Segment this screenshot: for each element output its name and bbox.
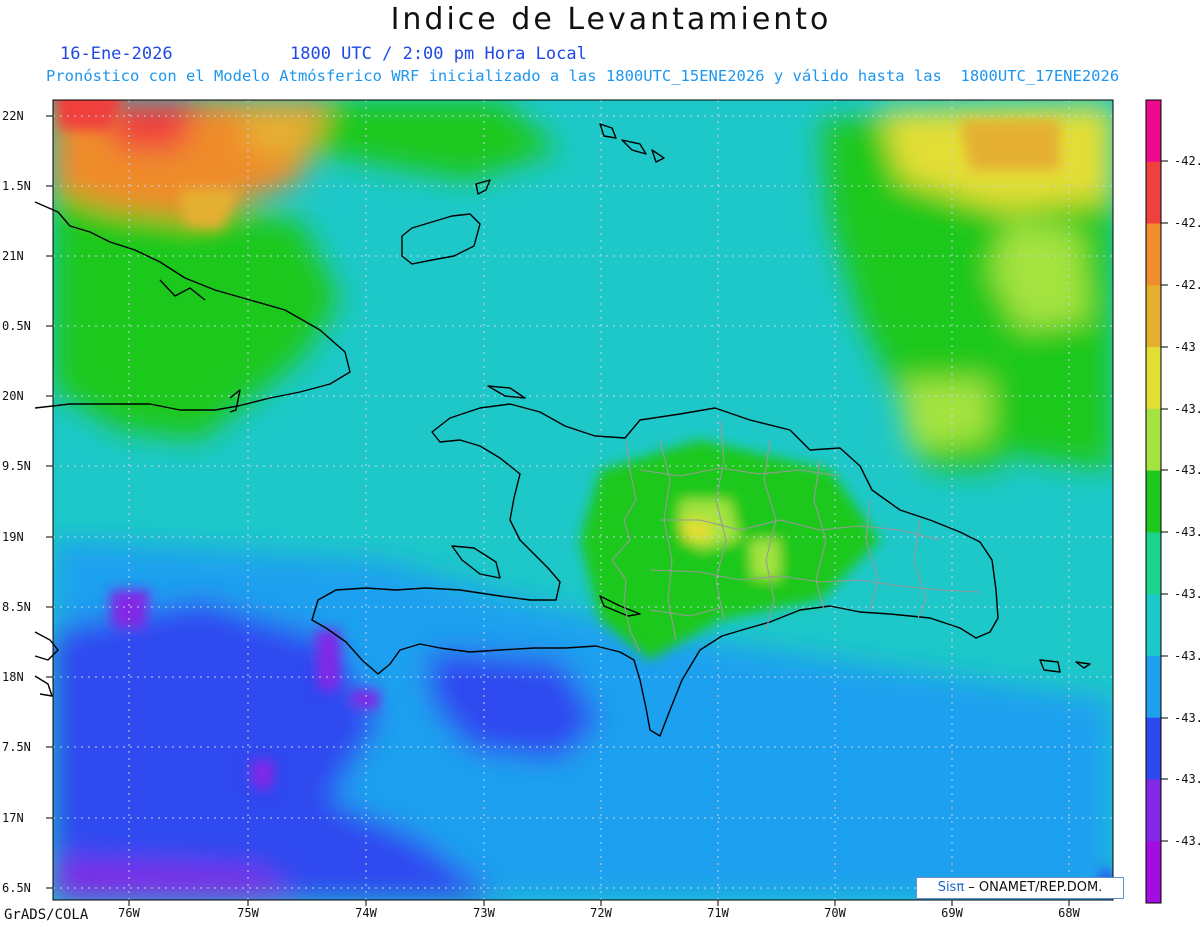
lat-tick-label: 22N xyxy=(2,109,24,123)
lon-tick-label: 72W xyxy=(590,906,612,920)
colorbar: -42.8 -42.9 -42.9 -43 -43.0 -43.1 -43.1 … xyxy=(1145,99,1200,904)
lon-tick-label: 75W xyxy=(237,906,259,920)
colorbar-segment xyxy=(1146,285,1161,348)
colorbar-segment xyxy=(1146,717,1161,780)
colorbar-segment xyxy=(1146,408,1161,472)
colorbar-label: -43 xyxy=(1174,340,1196,354)
colorbar-segment xyxy=(1146,223,1161,286)
colorbar-segment xyxy=(1146,655,1161,719)
lon-tick-label: 74W xyxy=(355,906,377,920)
onamet-brand-box: Sisπ – ONAMET/REP.DOM. xyxy=(916,877,1124,899)
colorbar-segment xyxy=(1146,841,1161,904)
lat-tick-label: 21N xyxy=(2,249,24,263)
colorbar-segment xyxy=(1146,161,1161,225)
colorbar-segment xyxy=(1146,470,1161,533)
colorbar-label: -42.8 xyxy=(1174,154,1200,168)
colorbar-label: -43.3 xyxy=(1174,711,1200,725)
lat-tick-label: 8.5N xyxy=(2,600,31,614)
colorbar-segment xyxy=(1146,779,1161,842)
lon-tick-label: 76W xyxy=(118,906,140,920)
lat-tick-label: 19N xyxy=(2,530,24,544)
weather-map: 22N 1.5N 21N 0.5N 20N 9.5N 19N 8.5N 18N … xyxy=(2,99,1200,920)
lat-tick-label: 6.5N xyxy=(2,881,31,895)
colorbar-segment xyxy=(1146,100,1161,163)
colorbar-label: -42.9 xyxy=(1174,278,1200,292)
lat-tick-label: 20N xyxy=(2,389,24,403)
longitude-axis: 76W 75W 74W 73W 72W 71W 70W 69W 68W xyxy=(118,900,1081,920)
colorbar-segment xyxy=(1146,532,1161,595)
colorbar-label: -43.1 xyxy=(1174,463,1200,477)
sispi-logo-text: Sisπ xyxy=(937,880,965,895)
lat-tick-label: 18N xyxy=(2,670,24,684)
colorbar-segment xyxy=(1146,347,1161,410)
colorbar-label: -43.2 xyxy=(1174,587,1200,601)
colorbar-label: -42.9 xyxy=(1174,216,1200,230)
lat-tick-label: 7.5N xyxy=(2,740,31,754)
lon-tick-label: 69W xyxy=(941,906,963,920)
lon-tick-label: 68W xyxy=(1058,906,1080,920)
colorbar-label: -43.1 xyxy=(1174,525,1200,539)
colorbar-label: -43.2 xyxy=(1174,649,1200,663)
colorbar-label: -43.4 xyxy=(1174,834,1200,848)
colorbar-segment xyxy=(1146,594,1161,657)
lat-tick-label: 1.5N xyxy=(2,179,31,193)
lon-tick-label: 71W xyxy=(707,906,729,920)
lifted-index-field xyxy=(53,100,1113,900)
latitude-axis: 22N 1.5N 21N 0.5N 20N 9.5N 19N 8.5N 18N … xyxy=(2,109,53,895)
lat-tick-label: 9.5N xyxy=(2,459,31,473)
colorbar-label: -43.3 xyxy=(1174,772,1200,786)
brand-text: – ONAMET/REP.DOM. xyxy=(964,880,1103,895)
lon-tick-label: 73W xyxy=(473,906,495,920)
colorbar-segments xyxy=(1146,100,1161,904)
lat-tick-label: 17N xyxy=(2,811,24,825)
grads-credit: GrADS/COLA xyxy=(4,907,89,923)
lat-tick-label: 0.5N xyxy=(2,319,31,333)
lon-tick-label: 70W xyxy=(824,906,846,920)
colorbar-label: -43.0 xyxy=(1174,402,1200,416)
